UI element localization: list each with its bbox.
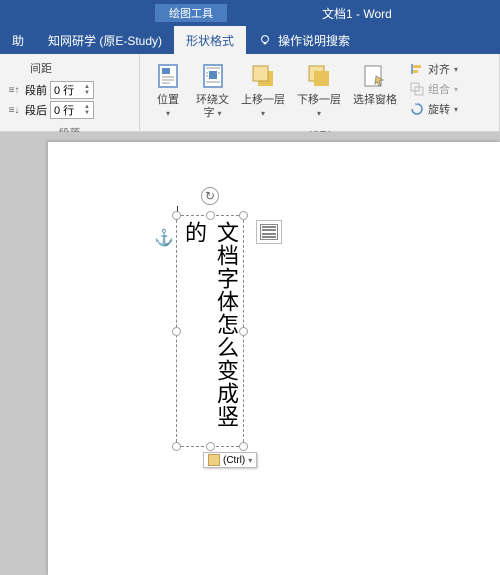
chevron-down-icon: ▾ [454,105,458,114]
bring-forward-icon [247,60,279,92]
rotate-button[interactable]: 旋转 ▾ [407,100,461,118]
resize-handle-bl[interactable] [172,442,181,451]
space-after-label: 段后 [25,102,47,118]
chevron-down-icon: ▾ [454,65,458,74]
spacing-heading: 间距 [30,60,94,76]
group-icon [410,82,424,96]
position-label: 位置 [157,94,179,106]
position-icon [152,60,184,92]
resize-handle-br[interactable] [239,442,248,451]
chevron-down-icon: ▾ [454,85,458,94]
chevron-down-icon: ▾ [248,456,252,465]
layout-options-button[interactable] [256,220,282,244]
space-before-input[interactable]: 0 行 ▲▼ [50,81,94,99]
resize-handle-mr[interactable] [239,327,248,336]
chevron-down-icon: ▾ [166,109,170,118]
space-before-value: 0 行 [54,82,74,98]
align-label: 对齐 [428,61,450,77]
space-after-icon: ≡↓ [6,103,22,117]
tab-help[interactable]: 助 [0,26,36,54]
chevron-down-icon: ▾ [317,109,321,118]
send-backward-icon [303,60,335,92]
send-back-label: 下移一层 [297,94,341,106]
send-backward-button[interactable]: 下移一层 ▾ [291,58,347,122]
tell-me-search[interactable]: 操作说明搜索 [246,32,362,49]
rotate-handle[interactable]: ↻ [201,187,219,205]
document-canvas[interactable]: ⚓ ↻ 文档字体怎么变成竖的 (Ctrl) ▾ [0,132,500,575]
align-button[interactable]: 对齐 ▾ [407,60,461,78]
paste-options-button[interactable]: (Ctrl) ▾ [203,452,257,468]
group-button[interactable]: 组合 ▾ [407,80,461,98]
rotate-icon [410,102,424,116]
selected-text-box[interactable]: ↻ 文档字体怎么变成竖的 [176,215,244,447]
space-after-value: 0 行 [54,102,74,118]
resize-handle-tr[interactable] [239,211,248,220]
spinner-icon[interactable]: ▲▼ [84,104,90,116]
position-button[interactable]: 位置 ▾ [146,58,190,122]
resize-handle-tm[interactable] [206,211,215,220]
selection-label: 选择窗格 [353,94,397,107]
rotate-label: 旋转 [428,101,450,117]
bring-fwd-label: 上移一层 [241,94,285,106]
align-icon [410,62,424,76]
spinner-icon[interactable]: ▲▼ [84,84,90,96]
document-title: 文档1 - Word [322,5,392,22]
space-before-label: 段前 [25,82,47,98]
tell-me-label: 操作说明搜索 [278,32,350,49]
selection-pane-button[interactable]: 选择窗格 [347,58,403,109]
chevron-down-icon: ▾ [261,109,265,118]
wrap-label: 环绕文 字 [196,94,229,119]
ctrl-label: (Ctrl) [223,455,245,466]
wrap-text-button[interactable]: 环绕文 字 ▾ [190,58,235,122]
tool-context-tab: 绘图工具 [155,4,227,22]
resize-handle-bm[interactable] [206,442,215,451]
space-before-icon: ≡↑ [6,83,22,97]
tab-shape-format[interactable]: 形状格式 [174,26,246,54]
tab-estudy[interactable]: 知网研学 (原E-Study) [36,26,174,54]
lightbulb-icon [258,33,272,47]
document-page[interactable]: ⚓ ↻ 文档字体怎么变成竖的 (Ctrl) ▾ [48,142,500,575]
anchor-icon: ⚓ [154,228,174,248]
bring-forward-button[interactable]: 上移一层 ▾ [235,58,291,122]
space-after-input[interactable]: 0 行 ▲▼ [50,101,94,119]
chevron-down-icon: ▾ [218,109,222,118]
clipboard-icon [208,454,220,466]
vertical-text-content[interactable]: 文档字体怎么变成竖的 [178,221,242,447]
selection-pane-icon [359,60,391,92]
wrap-text-icon [197,60,229,92]
resize-handle-tl[interactable] [172,211,181,220]
resize-handle-ml[interactable] [172,327,181,336]
layout-options-icon [260,224,278,240]
group-btn-label: 组合 [428,81,450,97]
